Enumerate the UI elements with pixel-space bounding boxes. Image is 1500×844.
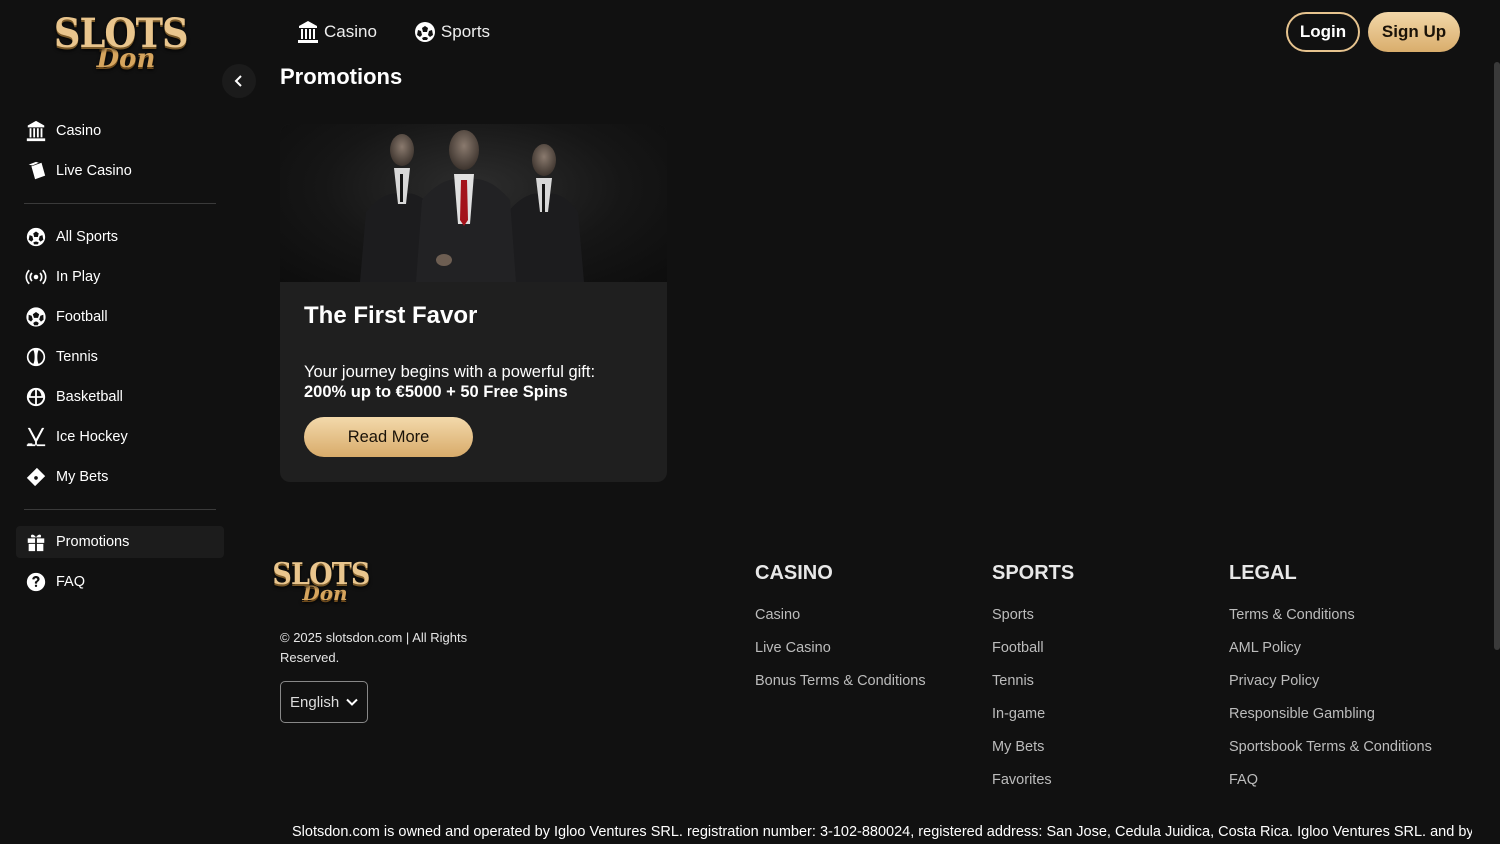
sidebar-item-label: All Sports <box>56 229 119 245</box>
footer-link[interactable]: Terms & Conditions <box>1229 607 1432 640</box>
chevron-left-icon <box>234 75 242 87</box>
soccer-ball-icon <box>414 22 435 42</box>
promo-image[interactable] <box>280 124 667 282</box>
sidebar-item-label: FAQ <box>56 574 86 590</box>
logo-text-slots: SLOTS <box>54 10 189 57</box>
footer-link[interactable]: FAQ <box>1229 772 1432 805</box>
sidebar-item-label: In Play <box>56 269 101 285</box>
footer-column-legal: LEGAL Terms & Conditions AML Policy Priv… <box>1229 562 1432 805</box>
footer-heading: SPORTS <box>992 562 1075 584</box>
sidebar-item-label: Football <box>56 309 108 325</box>
topnav-label: Casino <box>324 22 377 41</box>
footer-link[interactable]: Bonus Terms & Conditions <box>755 673 926 706</box>
logo-text-slots: SLOTS <box>272 557 370 592</box>
footer-heading: LEGAL <box>1229 562 1297 584</box>
basketball-icon <box>24 385 48 409</box>
sidebar-item-my-bets[interactable]: My Bets <box>16 461 224 493</box>
footer-link[interactable]: Favorites <box>992 772 1074 805</box>
gift-icon <box>24 530 48 554</box>
sidebar-item-label: My Bets <box>56 469 109 485</box>
sidebar-item-label: Casino <box>56 123 102 139</box>
sidebar-item-ice-hockey[interactable]: Ice Hockey <box>16 421 224 453</box>
sidebar-item-casino[interactable]: Casino <box>16 115 224 147</box>
sidebar-item-football[interactable]: Football <box>16 301 224 333</box>
footer-link[interactable]: Casino <box>755 607 926 640</box>
promo-desc-text: Your journey begins with a powerful gift… <box>304 363 596 381</box>
sidebar-item-basketball[interactable]: Basketball <box>16 381 224 413</box>
ticket-icon <box>24 465 48 489</box>
language-select[interactable]: English <box>280 681 368 723</box>
sidebar-item-label: Basketball <box>56 389 123 405</box>
topnav-casino[interactable]: Casino <box>296 18 377 46</box>
sidebar-item-label: Live Casino <box>56 163 132 179</box>
footer-link[interactable]: AML Policy <box>1229 640 1432 673</box>
chevron-down-icon <box>346 698 358 706</box>
topnav-sports[interactable]: Sports <box>413 18 490 46</box>
playing-cards-icon <box>24 159 48 183</box>
promo-title: The First Favor <box>304 302 478 329</box>
hockey-icon <box>24 425 48 449</box>
footer-link[interactable]: Privacy Policy <box>1229 673 1432 706</box>
sidebar-item-faq[interactable]: FAQ <box>16 566 224 598</box>
footer-link[interactable]: Football <box>992 640 1074 673</box>
sidebar-item-in-play[interactable]: In Play <box>16 261 224 293</box>
footer-link[interactable]: In-game <box>992 706 1074 739</box>
footer-link[interactable]: Sportsbook Terms & Conditions <box>1229 739 1432 772</box>
question-icon <box>24 570 48 594</box>
login-button[interactable]: Login <box>1286 12 1360 52</box>
promo-highlight: 200% up to €5000 + 50 Free Spins <box>304 383 568 401</box>
sidebar-item-promotions[interactable]: Promotions <box>16 526 224 558</box>
language-value: English <box>290 693 340 711</box>
collapse-sidebar-button[interactable] <box>222 64 256 98</box>
brand-logo[interactable]: SLOTS Don <box>54 14 189 73</box>
promo-description: Your journey begins with a powerful gift… <box>304 362 595 402</box>
soccer-ball-icon <box>24 225 48 249</box>
legal-disclaimer: Slotsdon.com is owned and operated by Ig… <box>292 824 1472 840</box>
footer-link[interactable]: Live Casino <box>755 640 926 673</box>
sidebar-item-label: Tennis <box>56 349 98 365</box>
topnav-label: Sports <box>440 22 491 41</box>
footer-link[interactable]: My Bets <box>992 739 1074 772</box>
promo-image-figures <box>360 130 584 282</box>
sidebar-divider <box>24 509 216 510</box>
footer-link[interactable]: Tennis <box>992 673 1074 706</box>
copyright-text: © 2025 slotsdon.com | All Rights Reserve… <box>280 630 468 665</box>
top-nav: Casino Sports <box>296 18 490 46</box>
sidebar-item-label: Promotions <box>56 534 130 550</box>
sidebar-item-tennis[interactable]: Tennis <box>16 341 224 373</box>
sidebar-item-live-casino[interactable]: Live Casino <box>16 155 224 187</box>
footer-column-sports: SPORTS Sports Football Tennis In-game My… <box>992 562 1074 805</box>
broadcast-icon <box>24 265 48 289</box>
sidebar-divider <box>24 203 216 204</box>
sidebar-item-label: Ice Hockey <box>56 429 128 445</box>
footer-logo: SLOTS Don <box>272 560 370 604</box>
footer-column-casino: CASINO Casino Live Casino Bonus Terms & … <box>755 562 926 706</box>
signup-button[interactable]: Sign Up <box>1368 12 1460 52</box>
footer-link[interactable]: Sports <box>992 607 1074 640</box>
page-title: Promotions <box>280 64 403 89</box>
tennis-ball-icon <box>24 345 48 369</box>
casino-building-icon <box>24 119 48 143</box>
page-scrollbar[interactable] <box>1494 62 1500 650</box>
promo-card: The First Favor Your journey begins with… <box>280 124 667 482</box>
casino-building-icon <box>298 21 318 43</box>
read-more-button[interactable]: Read More <box>304 417 473 457</box>
footer-heading: CASINO <box>755 562 833 584</box>
sidebar-item-all-sports[interactable]: All Sports <box>16 221 224 253</box>
footer-link[interactable]: Responsible Gambling <box>1229 706 1432 739</box>
football-icon <box>24 305 48 329</box>
